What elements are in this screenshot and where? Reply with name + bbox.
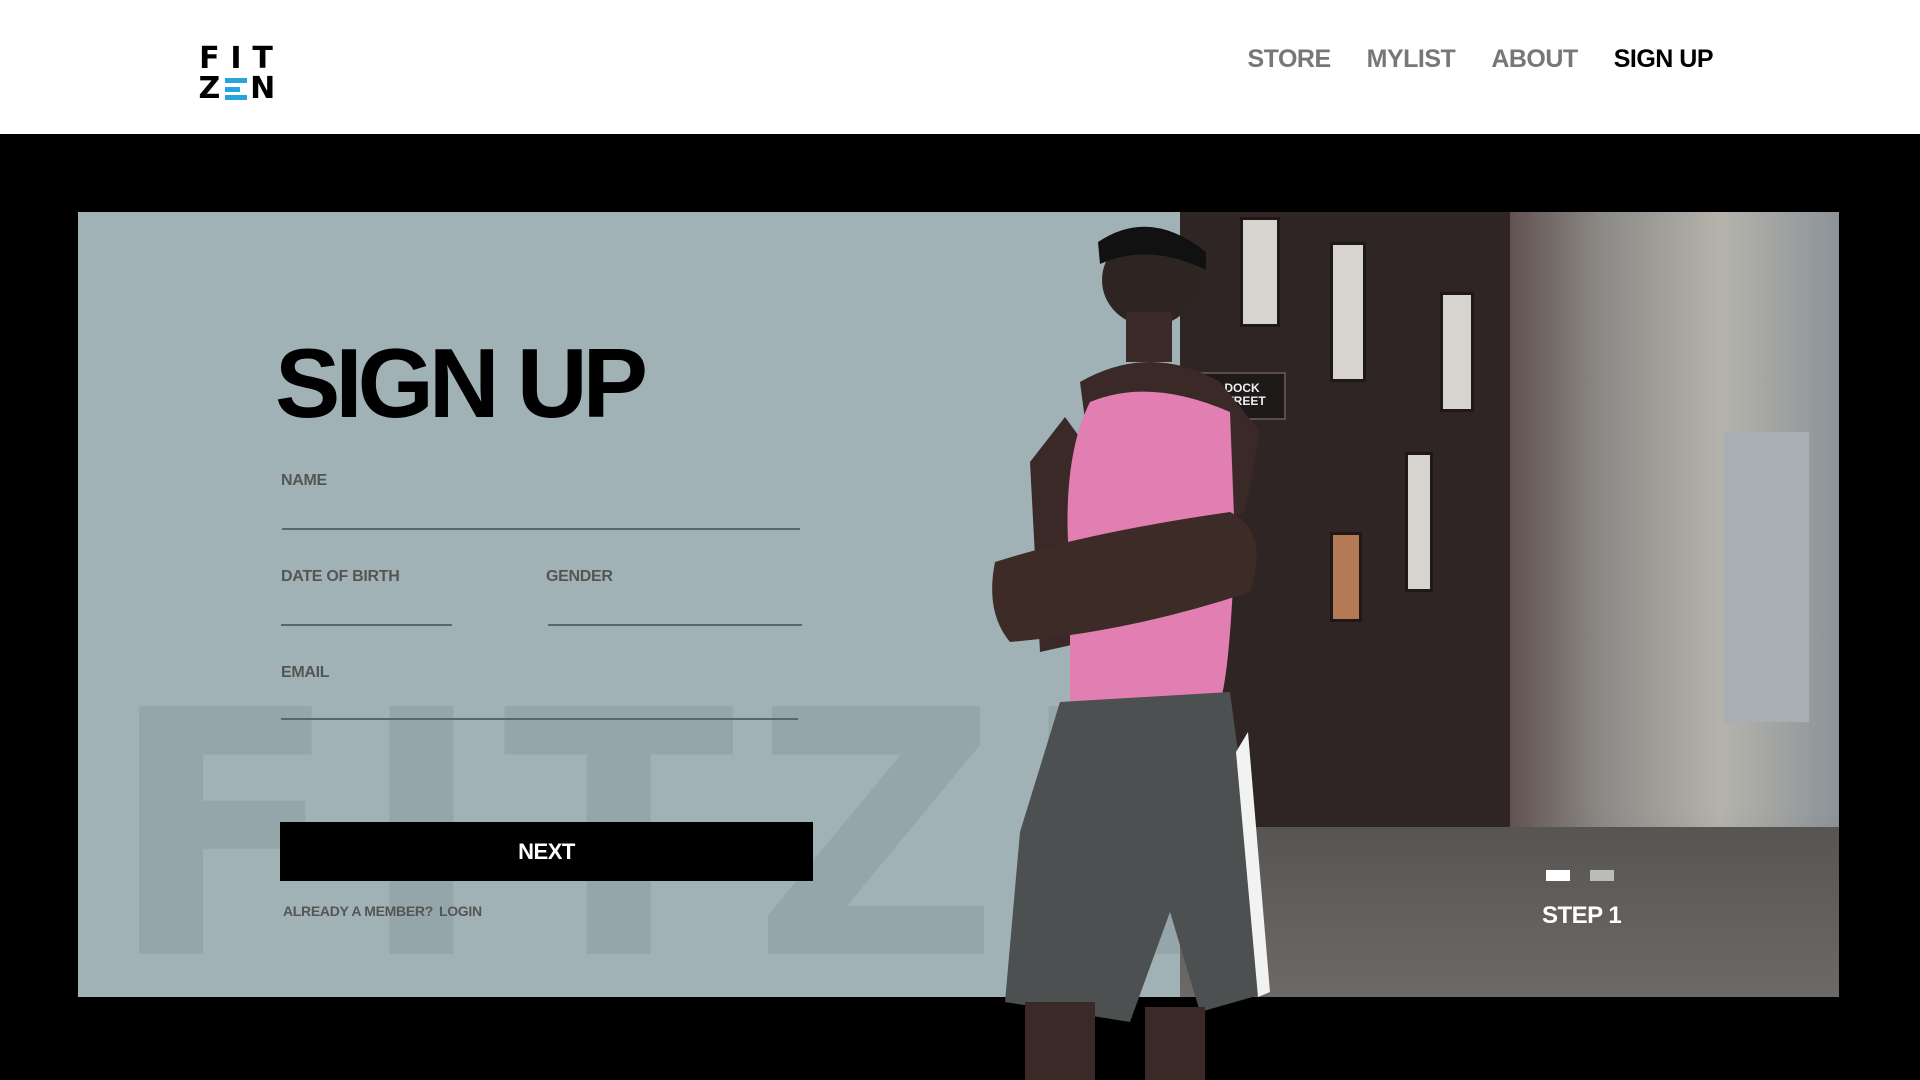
logo-letter-n: N bbox=[250, 71, 276, 106]
building-window bbox=[1330, 242, 1366, 382]
building-doorway bbox=[1330, 532, 1362, 622]
fitzen-logo[interactable]: F I T Z N bbox=[196, 44, 276, 104]
name-label: NAME bbox=[281, 472, 327, 489]
dob-input[interactable] bbox=[281, 592, 452, 626]
logo-letter-t: T bbox=[252, 41, 273, 76]
gender-label: GENDER bbox=[546, 568, 613, 585]
athlete-figure bbox=[992, 226, 1270, 1080]
step-label: STEP 1 bbox=[1542, 902, 1622, 929]
page-title: SIGN UP bbox=[275, 328, 648, 438]
next-button[interactable]: NEXT bbox=[280, 822, 813, 881]
logo-e-icon bbox=[224, 78, 247, 100]
nav-mylist[interactable]: MYLIST bbox=[1367, 45, 1456, 74]
login-link[interactable]: LOGIN bbox=[439, 903, 482, 919]
step-dot-2[interactable] bbox=[1590, 870, 1614, 881]
nav-store[interactable]: STORE bbox=[1247, 45, 1331, 74]
already-member-label: ALREADY A MEMBER? bbox=[283, 903, 433, 919]
nav-about[interactable]: ABOUT bbox=[1491, 45, 1578, 74]
logo-letter-f: F bbox=[199, 41, 220, 76]
email-input[interactable] bbox=[281, 686, 798, 720]
already-member-text: ALREADY A MEMBER? LOGIN bbox=[283, 903, 482, 919]
building-window bbox=[1440, 292, 1474, 412]
logo-letter-z: Z bbox=[198, 71, 221, 106]
top-navbar: F I T Z N STORE MYLIST ABOUT SIGN UP bbox=[0, 0, 1920, 134]
logo-letter-i: I bbox=[230, 41, 242, 76]
distant-tower bbox=[1724, 432, 1809, 722]
nav-sign-up[interactable]: SIGN UP bbox=[1614, 45, 1714, 74]
gender-input[interactable] bbox=[548, 592, 802, 626]
building-window bbox=[1405, 452, 1433, 592]
main-nav: STORE MYLIST ABOUT SIGN UP bbox=[1247, 45, 1713, 74]
name-input[interactable] bbox=[282, 496, 800, 530]
step-dot-1[interactable] bbox=[1546, 870, 1570, 881]
email-label: EMAIL bbox=[281, 664, 330, 681]
step-indicator bbox=[1546, 870, 1614, 881]
dob-label: DATE OF BIRTH bbox=[281, 568, 400, 585]
